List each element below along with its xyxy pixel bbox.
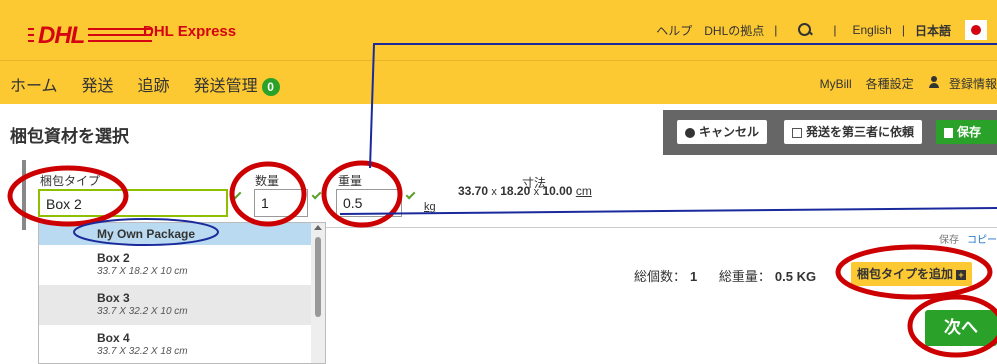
row-links: 保存 コピー <box>939 231 997 246</box>
option-name: Box 3 <box>97 291 130 305</box>
add-package-label: 梱包タイプを追加 <box>857 267 954 281</box>
cancel-icon <box>685 127 695 138</box>
cancel-button[interactable]: キャンセル <box>677 120 768 144</box>
option-size: 33.7 X 18.2 X 10 cm <box>97 266 188 277</box>
search-icon[interactable] <box>797 22 813 38</box>
option-name: My Own Package <box>97 227 196 241</box>
separator: | <box>833 23 837 37</box>
lang-english[interactable]: English <box>853 23 892 37</box>
total-weight-value: 0.5 KG <box>774 269 817 284</box>
package-valid-check-icon <box>231 189 242 200</box>
nav-bar: ホーム 発送 追跡 発送管理 0 MyBill 各種設定 登録情報 <box>0 60 997 104</box>
weight-unit: kg <box>424 201 436 213</box>
japan-flag-icon <box>965 20 987 40</box>
third-party-label: 発送を第三者に依頼 <box>806 125 915 139</box>
scroll-up-icon[interactable] <box>314 225 322 230</box>
dim-sep: x <box>491 186 497 198</box>
page-title: 梱包資材を選択 <box>10 127 129 146</box>
page: DHL DHL Express ヘルプ DHLの拠点 | | English |… <box>0 0 997 364</box>
callout-line <box>339 207 997 215</box>
settings-link[interactable]: 各種設定 <box>866 75 914 92</box>
package-type-input[interactable]: Box 2 <box>38 189 228 217</box>
totals: 総個数： 1 総重量： 0.5 KG <box>634 266 816 285</box>
logo-text: DHL <box>34 22 89 49</box>
weight-label: 重量 <box>338 174 363 188</box>
save-label: 保存 <box>957 125 982 139</box>
row-copy-link[interactable]: コピー <box>967 231 997 246</box>
option-size: 33.7 X 32.2 X 18 cm <box>97 346 188 357</box>
total-count-label: 総個数： <box>634 269 687 284</box>
plus-icon: + <box>956 269 967 280</box>
nav-home[interactable]: ホーム <box>10 72 58 96</box>
profile-link[interactable]: 登録情報 <box>928 75 997 92</box>
quantity-valid-check-icon <box>311 189 322 200</box>
save-button[interactable]: 保存 <box>936 120 997 144</box>
row-indicator <box>22 160 26 230</box>
shipment-count-badge: 0 <box>261 78 280 96</box>
package-type-label: 梱包タイプ <box>40 174 101 188</box>
dropdown-option[interactable]: Box 2 33.7 X 18.2 X 10 cm <box>39 245 313 285</box>
dimensions-value: 33.70 x 18.20 x 10.00 cm <box>458 184 592 198</box>
add-package-button[interactable]: 梱包タイプを追加 + <box>851 262 973 286</box>
mybill-link[interactable]: MyBill <box>820 77 852 91</box>
nav-manage[interactable]: 発送管理 0 <box>194 72 280 96</box>
dropdown-scrollbar[interactable] <box>311 223 325 363</box>
user-icon <box>928 76 940 88</box>
row-save-link[interactable]: 保存 <box>939 231 959 246</box>
help-link[interactable]: ヘルプ <box>656 22 692 39</box>
quantity-input[interactable]: 1 <box>254 189 308 217</box>
third-party-button[interactable]: 発送を第三者に依頼 <box>784 120 923 144</box>
scrollbar-thumb[interactable] <box>315 237 321 317</box>
dropdown-option[interactable]: Box 4 33.7 X 32.2 X 18 cm <box>39 325 313 363</box>
dropdown-option[interactable]: My Own Package <box>39 223 313 245</box>
option-size: 33.7 X 32.2 X 10 cm <box>97 306 188 317</box>
nav-ship[interactable]: 発送 <box>82 72 114 96</box>
dim-width: 18.20 <box>500 184 531 198</box>
total-count-value: 1 <box>690 269 698 284</box>
option-name: Box 2 <box>97 251 130 265</box>
dropdown-option[interactable]: Box 3 33.7 X 32.2 X 10 cm <box>39 285 313 325</box>
top-bar: DHL DHL Express ヘルプ DHLの拠点 | | English |… <box>0 0 997 60</box>
locations-link[interactable]: DHLの拠点 <box>704 22 764 39</box>
action-bar: キャンセル 発送を第三者に依頼 保存 <box>663 110 997 155</box>
lang-japanese[interactable]: 日本語 <box>915 22 951 39</box>
brand-name: DHL Express <box>143 23 237 40</box>
option-name: Box 4 <box>97 331 130 345</box>
main-nav: ホーム 発送 追跡 発送管理 0 <box>10 72 280 96</box>
dim-height: 10.00 <box>542 184 573 198</box>
separator: | <box>774 23 778 37</box>
utility-links: ヘルプ DHLの拠点 | | English | 日本語 <box>656 20 997 40</box>
share-icon <box>792 127 802 138</box>
package-type-dropdown: My Own Package Box 2 33.7 X 18.2 X 10 cm… <box>38 222 326 364</box>
weight-input[interactable]: 0.5 <box>336 189 402 217</box>
dim-length: 33.70 <box>458 184 489 198</box>
weight-valid-check-icon <box>405 189 416 200</box>
row-divider <box>326 227 997 228</box>
dim-unit: cm <box>575 184 592 198</box>
nav-manage-label: 発送管理 <box>193 78 258 95</box>
nav-track[interactable]: 追跡 <box>138 72 170 96</box>
total-weight-label: 総重量： <box>718 269 771 284</box>
dim-sep: x <box>533 186 540 198</box>
cancel-label: キャンセル <box>699 125 760 139</box>
save-icon <box>944 127 953 138</box>
dhl-logo[interactable]: DHL <box>28 22 152 50</box>
separator: | <box>901 23 905 37</box>
quantity-label: 数量 <box>255 174 280 188</box>
account-nav: MyBill 各種設定 登録情報 <box>820 75 997 92</box>
profile-label: 登録情報 <box>948 77 997 91</box>
next-button[interactable]: 次へ <box>925 310 997 346</box>
